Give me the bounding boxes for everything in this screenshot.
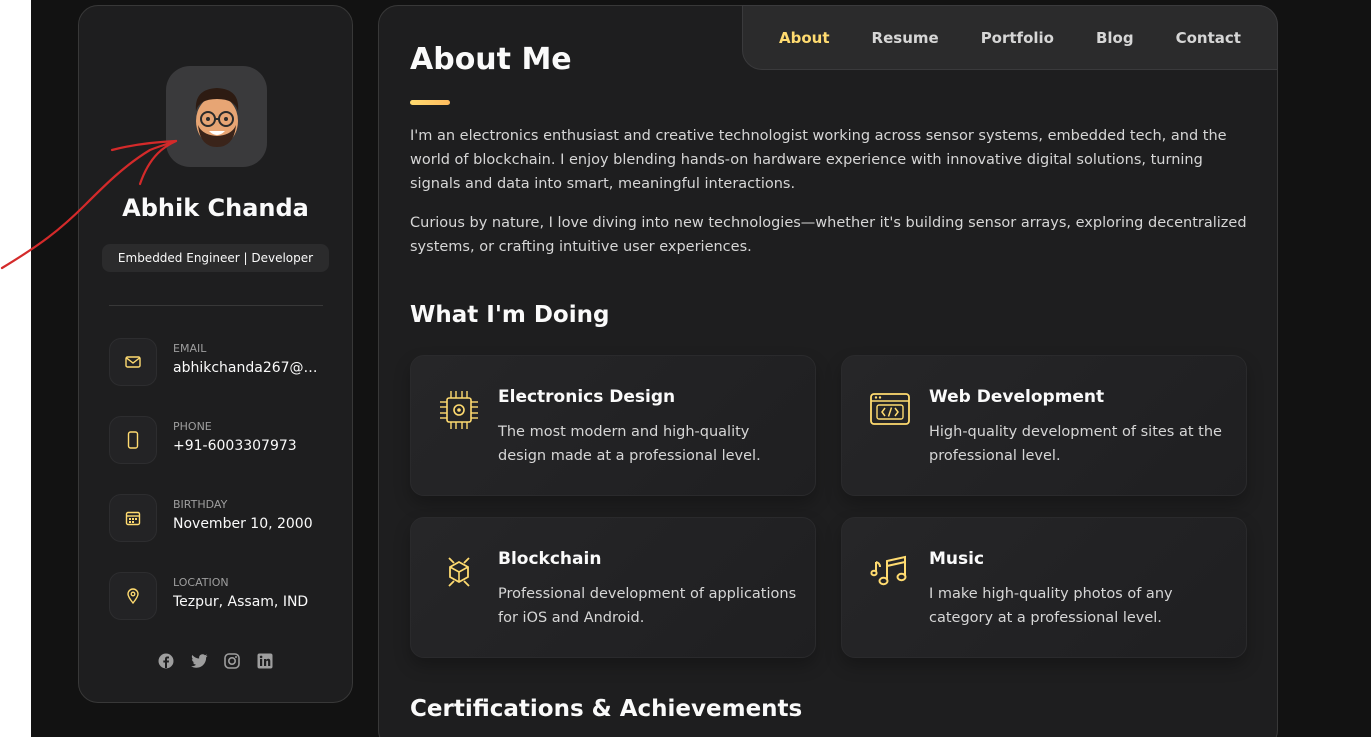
calendar-icon [109,494,157,542]
service-card-web: Web Development High-quality development… [841,355,1247,496]
top-navbar: About Resume Portfolio Blog Contact [742,5,1278,70]
service-title: Blockchain [498,549,602,569]
music-icon [868,550,912,594]
location-icon [109,572,157,620]
service-card-music: Music I make high-quality photos of any … [841,517,1247,658]
social-links [79,652,352,670]
service-card-blockchain: Blockchain Professional development of a… [410,517,816,658]
services-heading: What I'm Doing [410,302,610,328]
mail-icon [109,338,157,386]
service-title: Electronics Design [498,387,676,407]
contact-birthday: BIRTHDAY November 10, 2000 [109,494,339,542]
service-card-electronics: Electronics Design The most modern and h… [410,355,816,496]
service-title: Web Development [929,387,1105,407]
contact-location-value: Tezpur, Assam, IND [173,594,309,610]
nav-contact[interactable]: Contact [1155,29,1262,47]
about-paragraph-1: I'm an electronics enthusiast and creati… [410,128,1227,192]
nav-about[interactable]: About [758,29,851,47]
contact-phone-label: PHONE [173,420,212,433]
about-paragraph-2: Curious by nature, I love diving into ne… [410,215,1247,255]
service-text: Professional development of applications… [498,586,797,626]
service-text: I make high-quality photos of any catego… [929,586,1173,626]
service-text: The most modern and high-quality design … [498,424,761,464]
contact-phone: PHONE +91-6003307973 [109,416,339,464]
red-annotation-arrow-icon [0,139,178,270]
twitter-icon[interactable] [190,652,208,670]
contact-birthday-value: November 10, 2000 [173,516,313,532]
blockchain-icon [437,550,481,594]
nav-resume[interactable]: Resume [851,29,960,47]
contact-email-label: EMAIL [173,342,207,355]
contact-location-label: LOCATION [173,576,229,589]
linkedin-icon[interactable] [256,652,274,670]
contact-email: EMAIL abhikchanda267@g... [109,338,339,386]
nav-blog[interactable]: Blog [1075,29,1155,47]
heading-underline [410,100,450,105]
contact-phone-value[interactable]: +91-6003307973 [173,438,297,454]
service-title: Music [929,549,985,569]
chip-icon [437,388,481,432]
main-content-card: About Resume Portfolio Blog Contact Abou… [378,5,1278,737]
instagram-icon[interactable] [223,652,241,670]
service-text: High-quality development of sites at the… [929,424,1222,464]
about-heading: About Me [410,42,572,77]
contact-birthday-label: BIRTHDAY [173,498,228,511]
phone-icon [109,416,157,464]
sidebar-divider [109,305,323,306]
nav-portfolio[interactable]: Portfolio [960,29,1075,47]
facebook-icon[interactable] [157,652,175,670]
code-window-icon [868,388,912,432]
contact-location: LOCATION Tezpur, Assam, IND [109,572,339,620]
contact-email-value[interactable]: abhikchanda267@g... [173,360,323,376]
certifications-heading: Certifications & Achievements [410,696,803,722]
